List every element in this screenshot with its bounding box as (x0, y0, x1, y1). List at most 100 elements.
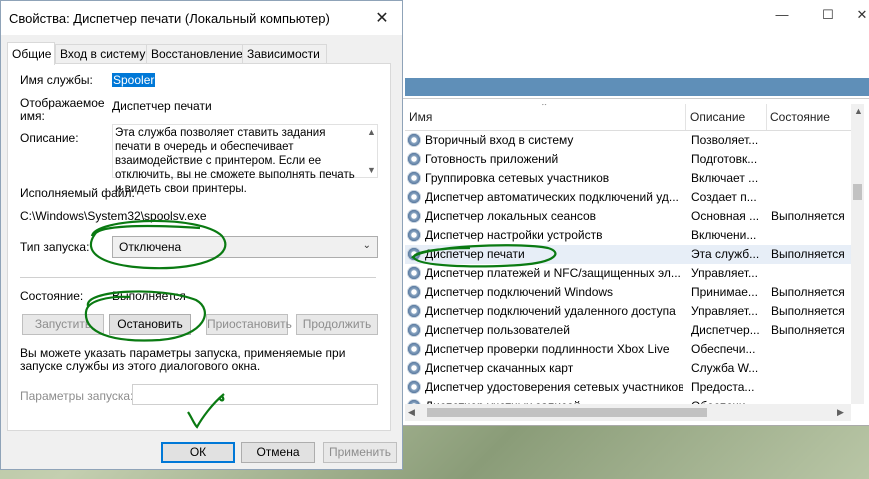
service-name: Готовность приложений (425, 152, 559, 166)
services-window: — ☐ ✕ Имя ⌃ Описание Состояние Вторичный… (395, 0, 869, 425)
maximize-icon[interactable]: ☐ (811, 4, 845, 26)
scroll-left-icon[interactable]: ◀ (408, 407, 415, 418)
params-label: Параметры запуска: (20, 389, 134, 403)
minimize-icon[interactable]: — (765, 4, 799, 26)
close-icon[interactable]: ✕ (845, 4, 869, 26)
scroll-up-icon[interactable]: ▲ (854, 106, 863, 116)
service-description: Включени... (691, 228, 757, 242)
table-row[interactable]: Диспетчер подключений Windows Принимае...… (405, 283, 851, 302)
service-status: Выполняется (771, 285, 845, 299)
column-description[interactable]: Описание (686, 104, 767, 130)
scroll-right-icon[interactable]: ▶ (837, 407, 844, 418)
service-description: Диспетчер... (691, 323, 760, 337)
close-icon[interactable]: ✕ (368, 7, 396, 31)
service-name: Диспетчер автоматических подключений уд.… (425, 190, 679, 204)
tab-logon[interactable]: Вход в систему (55, 44, 153, 64)
service-gear-icon (407, 361, 421, 375)
services-table: Имя ⌃ Описание Состояние Вторичный вход … (405, 104, 851, 404)
service-description: Принимае... (691, 285, 758, 299)
cancel-button[interactable]: Отмена (241, 442, 315, 463)
service-gear-icon (407, 228, 421, 242)
services-titlebar: — ☐ ✕ (395, 0, 869, 30)
service-gear-icon (407, 380, 421, 394)
ok-button[interactable]: ОК (161, 442, 235, 463)
service-description: Создает п... (691, 190, 757, 204)
service-status: Выполняется (771, 209, 845, 223)
description-text: Эта служба позволяет ставить задания печ… (115, 127, 355, 195)
horizontal-scrollbar[interactable]: ◀ ▶ (405, 404, 851, 421)
startup-type-value: Отключена (119, 240, 182, 254)
service-gear-icon (407, 266, 421, 280)
apply-button[interactable]: Применить (323, 442, 397, 463)
status-value: Выполняется (112, 289, 186, 303)
column-status[interactable]: Состояние (766, 104, 851, 130)
description-box[interactable]: Эта служба позволяет ставить задания печ… (112, 124, 378, 195)
service-gear-icon (407, 190, 421, 204)
table-row[interactable]: Вторичный вход в систему Позволяет... (405, 131, 851, 150)
service-description: Включает ... (691, 171, 759, 185)
tab-general[interactable]: Общие (7, 42, 55, 65)
description-label: Описание: (20, 131, 79, 145)
general-tab-panel: Имя службы: Spooler Отображаемое имя: Ди… (7, 63, 391, 431)
service-name: Диспетчер скачанных карт (425, 361, 574, 375)
table-row[interactable]: Диспетчер локальных сеансов Основная ... В… (405, 207, 851, 226)
display-name-value[interactable]: Диспетчер печати (112, 99, 212, 113)
display-name-label: Отображаемое имя: (20, 96, 105, 123)
tab-recovery[interactable]: Восстановление (146, 44, 248, 64)
table-row[interactable]: Диспетчер подключений удаленного доступа… (405, 302, 851, 321)
table-row[interactable]: Диспетчер печати Эта служб... Выполняется (405, 245, 851, 264)
tab-dependencies[interactable]: Зависимости (242, 44, 327, 64)
stop-button[interactable]: Остановить (109, 314, 191, 335)
dialog-titlebar: Свойства: Диспетчер печати (Локальный ко… (1, 1, 402, 35)
table-row[interactable]: Диспетчер автоматических подключений уд.… (405, 188, 851, 207)
startup-type-select[interactable]: Отключена ⌄ (112, 236, 378, 258)
service-gear-icon (407, 247, 421, 261)
scroll-up-icon[interactable]: ▲ (367, 127, 376, 137)
start-button[interactable]: Запустить (22, 314, 104, 335)
service-description: Управляет... (691, 304, 758, 318)
service-name: Диспетчер настройки устройств (425, 228, 603, 242)
service-name: Диспетчер удостоверения сетевых участник… (425, 380, 683, 394)
vertical-scrollbar[interactable]: ▲ (851, 104, 864, 404)
service-name-label: Имя службы: (20, 73, 93, 87)
pause-button[interactable]: Приостановить (206, 314, 292, 335)
table-row[interactable]: Диспетчер удостоверения сетевых участник… (405, 378, 851, 397)
table-header: Имя ⌃ Описание Состояние (405, 104, 851, 131)
service-gear-icon (407, 342, 421, 356)
scroll-down-icon[interactable]: ▼ (367, 165, 376, 175)
properties-dialog: Свойства: Диспетчер печати (Локальный ко… (0, 0, 403, 470)
service-description: Эта служб... (691, 247, 760, 261)
table-row[interactable]: Группировка сетевых участников Включает .… (405, 169, 851, 188)
resume-button[interactable]: Продолжить (296, 314, 378, 335)
service-name-value[interactable]: Spooler (112, 73, 156, 87)
scrollbar-thumb[interactable] (853, 184, 862, 200)
service-gear-icon (407, 323, 421, 337)
service-status: Выполняется (771, 304, 845, 318)
service-gear-icon (407, 285, 421, 299)
service-description: Обеспечи... (691, 397, 767, 404)
exe-label: Исполняемый файл: (20, 186, 135, 200)
table-row[interactable]: Диспетчер платежей и NFC/защищенных эл..… (405, 264, 851, 283)
scrollbar-thumb[interactable] (427, 408, 707, 417)
service-description: Позволяет... (691, 133, 759, 147)
table-row[interactable]: Диспетчер учетных записей Обеспечи... (405, 397, 851, 404)
dialog-title: Свойства: Диспетчер печати (Локальный ко… (9, 11, 330, 26)
description-scrollbar[interactable]: ▲ ▼ (365, 125, 377, 177)
service-name: Диспетчер локальных сеансов (425, 209, 597, 223)
service-name: Диспетчер пользователей (425, 323, 570, 337)
table-row[interactable]: Готовность приложений Подготовк... (405, 150, 851, 169)
params-input[interactable] (132, 384, 378, 405)
service-description: Управляет... (691, 266, 758, 280)
service-gear-icon (407, 133, 421, 147)
service-name: Диспетчер проверки подлинности Xbox Live (425, 342, 670, 356)
table-row[interactable]: Диспетчер пользователей Диспетчер... Выпол… (405, 321, 851, 340)
table-row[interactable]: Диспетчер скачанных карт Служба W... (405, 359, 851, 378)
chevron-down-icon: ⌄ (362, 240, 371, 251)
status-label: Состояние: (20, 289, 84, 303)
service-gear-icon (407, 152, 421, 166)
divider (20, 277, 376, 278)
table-row[interactable]: Диспетчер проверки подлинности Xbox Live… (405, 340, 851, 359)
service-description: Служба W... (691, 361, 759, 375)
service-gear-icon (407, 209, 421, 223)
table-row[interactable]: Диспетчер настройки устройств Включени... (405, 226, 851, 245)
